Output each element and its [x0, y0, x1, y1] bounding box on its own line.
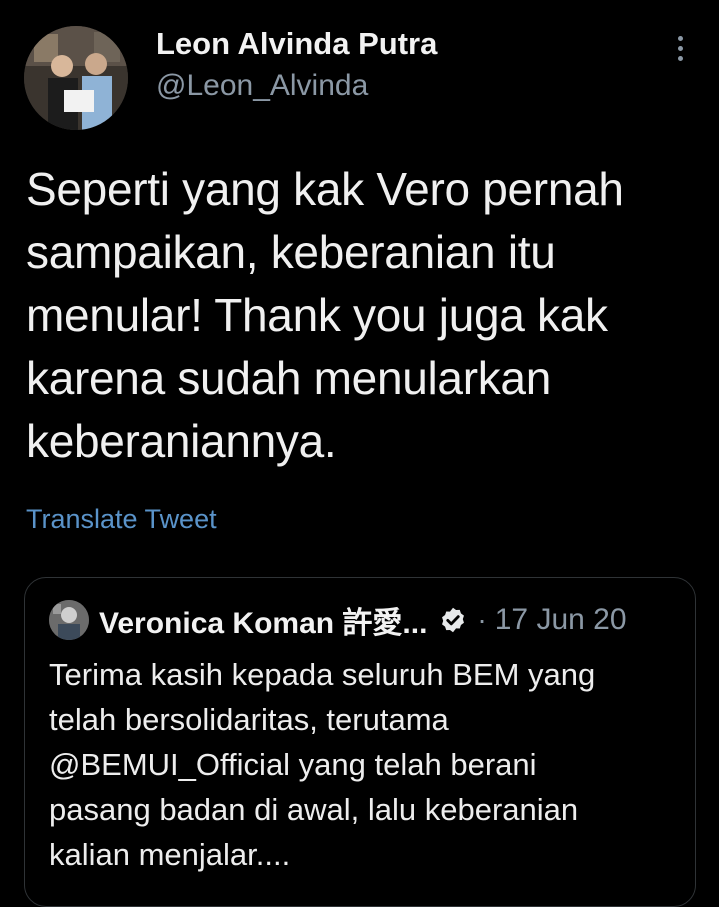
quoted-display-name[interactable]: Veronica Koman 許愛...	[99, 598, 427, 642]
quoted-tweet-header: Veronica Koman 許愛... · 17 Jun 20	[49, 600, 627, 640]
quoted-avatar-photo	[49, 600, 89, 640]
quoted-text-line: telah bersolidaritas, terutama	[49, 702, 449, 737]
avatar-photo	[24, 26, 128, 130]
quoted-date[interactable]: 17 Jun 20	[495, 603, 627, 637]
quoted-avatar[interactable]	[49, 600, 89, 640]
quoted-tweet-text: Terima kasih kepada seluruh BEM yang tel…	[49, 652, 689, 877]
avatar[interactable]	[24, 26, 128, 130]
tweet: Leon Alvinda Putra @Leon_Alvinda Seperti…	[0, 0, 719, 907]
tweet-text: Seperti yang kak Vero pernah sampaikan, …	[26, 158, 696, 473]
tweet-text-line: menular! Thank you juga kak	[26, 289, 608, 341]
tweet-text-line: sampaikan, keberanian itu	[26, 226, 556, 278]
tweet-text-line: keberaniannya.	[26, 415, 337, 467]
tweet-text-line: Seperti yang kak Vero pernah	[26, 163, 624, 215]
tweet-text-line: karena sudah menularkan	[26, 352, 551, 404]
author-handle[interactable]: @Leon_Alvinda	[156, 64, 437, 108]
quoted-text-line: @BEMUI_Official yang telah berani	[49, 747, 537, 782]
author-display-name[interactable]: Leon Alvinda Putra	[156, 24, 437, 64]
quoted-tweet[interactable]: Veronica Koman 許愛... · 17 Jun 20 Terima …	[24, 577, 696, 907]
separator-dot: ·	[477, 604, 487, 635]
tweet-header: Leon Alvinda Putra @Leon_Alvinda	[24, 20, 704, 130]
quoted-text-line: pasang badan di awal, lalu keberanian	[49, 792, 579, 827]
author-names: Leon Alvinda Putra @Leon_Alvinda	[156, 24, 437, 108]
quoted-text-line: kalian menjalar....	[49, 837, 291, 872]
verified-badge-icon	[442, 607, 465, 633]
quoted-text-line: Terima kasih kepada seluruh BEM yang	[49, 657, 596, 692]
more-vertical-icon[interactable]	[674, 36, 686, 68]
translate-tweet-link[interactable]: Translate Tweet	[26, 504, 217, 535]
